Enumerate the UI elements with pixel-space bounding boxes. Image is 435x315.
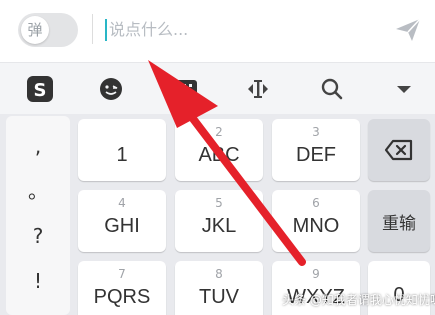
key-number: 7 bbox=[118, 267, 126, 281]
key-label: JKL bbox=[201, 215, 237, 237]
punctuation-exclaim[interactable]: ! bbox=[6, 259, 70, 303]
key-mno[interactable]: 6 MNO bbox=[272, 190, 360, 252]
backspace-key[interactable] bbox=[368, 119, 430, 181]
divider bbox=[92, 14, 93, 44]
key-jkl[interactable]: 5 JKL bbox=[175, 190, 263, 252]
danmaku-toggle[interactable]: 弹 bbox=[18, 13, 78, 47]
key-def[interactable]: 3 DEF bbox=[272, 119, 360, 181]
key-number: 2 bbox=[215, 125, 223, 139]
reinput-label: 重输 bbox=[382, 213, 416, 234]
key-number: 8 bbox=[215, 267, 223, 281]
send-icon[interactable] bbox=[391, 14, 425, 44]
punctuation-question[interactable]: ? bbox=[6, 214, 70, 258]
keyboard-toolbar: S bbox=[0, 62, 435, 114]
punctuation-column[interactable]: , 。 ? ! bbox=[6, 116, 70, 315]
collapse-icon[interactable] bbox=[384, 69, 424, 109]
key-abc[interactable]: 2 ABC bbox=[175, 119, 263, 181]
key-label: TUV bbox=[199, 286, 239, 308]
key-number: 3 bbox=[312, 125, 320, 139]
key-label: ABC bbox=[198, 144, 240, 166]
text-caret bbox=[105, 19, 107, 41]
key-pqrs[interactable]: 7 PQRS bbox=[78, 261, 166, 315]
key-label: DEF bbox=[296, 144, 336, 166]
backspace-icon bbox=[368, 119, 430, 181]
svg-text:S: S bbox=[34, 80, 47, 101]
key-number: 4 bbox=[118, 196, 126, 210]
keyboard-icon[interactable] bbox=[165, 69, 205, 109]
input-bar: 弹 说点什么... bbox=[0, 0, 435, 62]
emoji-icon[interactable] bbox=[91, 69, 131, 109]
punctuation-comma[interactable]: , bbox=[6, 124, 70, 168]
search-icon[interactable] bbox=[312, 69, 352, 109]
key-ghi[interactable]: 4 GHI bbox=[78, 190, 166, 252]
key-number: 9 bbox=[312, 267, 320, 281]
key-1[interactable]: 1 bbox=[78, 119, 166, 181]
watermark-text: 头条 @知我者谓我心忧知忧呀 bbox=[282, 293, 435, 307]
key-number: 6 bbox=[312, 196, 320, 210]
key-label: 1 bbox=[116, 144, 128, 166]
cursor-move-icon[interactable] bbox=[238, 69, 278, 109]
comment-input[interactable]: 说点什么... bbox=[109, 19, 188, 41]
key-number: 5 bbox=[215, 196, 223, 210]
punctuation-period[interactable]: 。 bbox=[6, 169, 70, 213]
sogou-logo-icon[interactable]: S bbox=[20, 69, 60, 109]
key-tuv[interactable]: 8 TUV bbox=[175, 261, 263, 315]
key-label: GHI bbox=[104, 215, 140, 237]
danmaku-toggle-label: 弹 bbox=[21, 16, 49, 44]
t9-keyboard: , 。 ? ! 1 2 ABC 3 DEF 4 GHI 5 JKL 6 MNO bbox=[0, 114, 435, 315]
key-label: PQRS bbox=[93, 286, 151, 308]
key-label: MNO bbox=[292, 215, 340, 237]
reinput-key[interactable]: 重输 bbox=[368, 190, 430, 252]
